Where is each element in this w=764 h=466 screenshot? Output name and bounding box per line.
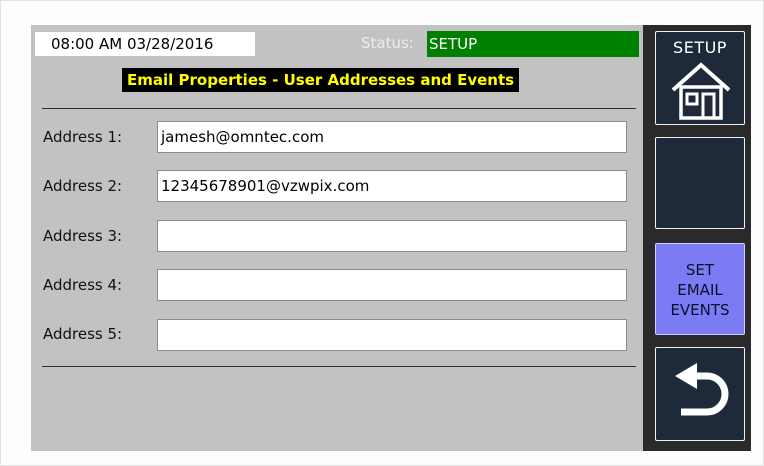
status-badge: SETUP — [427, 31, 639, 57]
address-5-label: Address 5: — [43, 325, 123, 343]
address-4-label: Address 4: — [43, 276, 123, 294]
address-5-field[interactable] — [157, 319, 627, 351]
app-window: 08:00 AM 03/28/2016 Status: SETUP Email … — [0, 0, 764, 466]
address-2-field[interactable]: 12345678901@vzwpix.com — [157, 170, 627, 202]
set-email-events-button[interactable]: SET EMAIL EVENTS — [655, 243, 745, 335]
setup-button[interactable]: SETUP — [655, 31, 745, 125]
status-label: Status: — [361, 34, 414, 52]
label-line-3: EVENTS — [670, 301, 730, 319]
label-line-2: EMAIL — [677, 281, 723, 299]
address-2-label: Address 2: — [43, 177, 123, 195]
blank-button[interactable] — [655, 137, 745, 229]
house-icon — [671, 62, 731, 120]
divider-bottom — [42, 366, 636, 367]
back-arrow-icon — [675, 363, 729, 416]
address-3-label: Address 3: — [43, 227, 123, 245]
address-3-field[interactable] — [157, 220, 627, 252]
divider-top — [42, 108, 636, 109]
address-4-field[interactable] — [157, 269, 627, 301]
hmi-screen: 08:00 AM 03/28/2016 Status: SETUP Email … — [31, 25, 751, 451]
back-button[interactable] — [655, 347, 745, 441]
set-email-events-label: SET EMAIL EVENTS — [656, 260, 744, 320]
page-title: Email Properties - User Addresses and Ev… — [122, 68, 520, 92]
setup-button-label: SETUP — [673, 38, 727, 57]
main-panel: 08:00 AM 03/28/2016 Status: SETUP Email … — [31, 25, 643, 451]
datetime-display: 08:00 AM 03/28/2016 — [35, 32, 255, 56]
address-1-field[interactable]: jamesh@omntec.com — [157, 121, 627, 153]
address-1-label: Address 1: — [43, 128, 123, 146]
sidebar: SETUP SET EMAIL EVENTS — [643, 25, 751, 451]
label-line-1: SET — [685, 261, 715, 279]
